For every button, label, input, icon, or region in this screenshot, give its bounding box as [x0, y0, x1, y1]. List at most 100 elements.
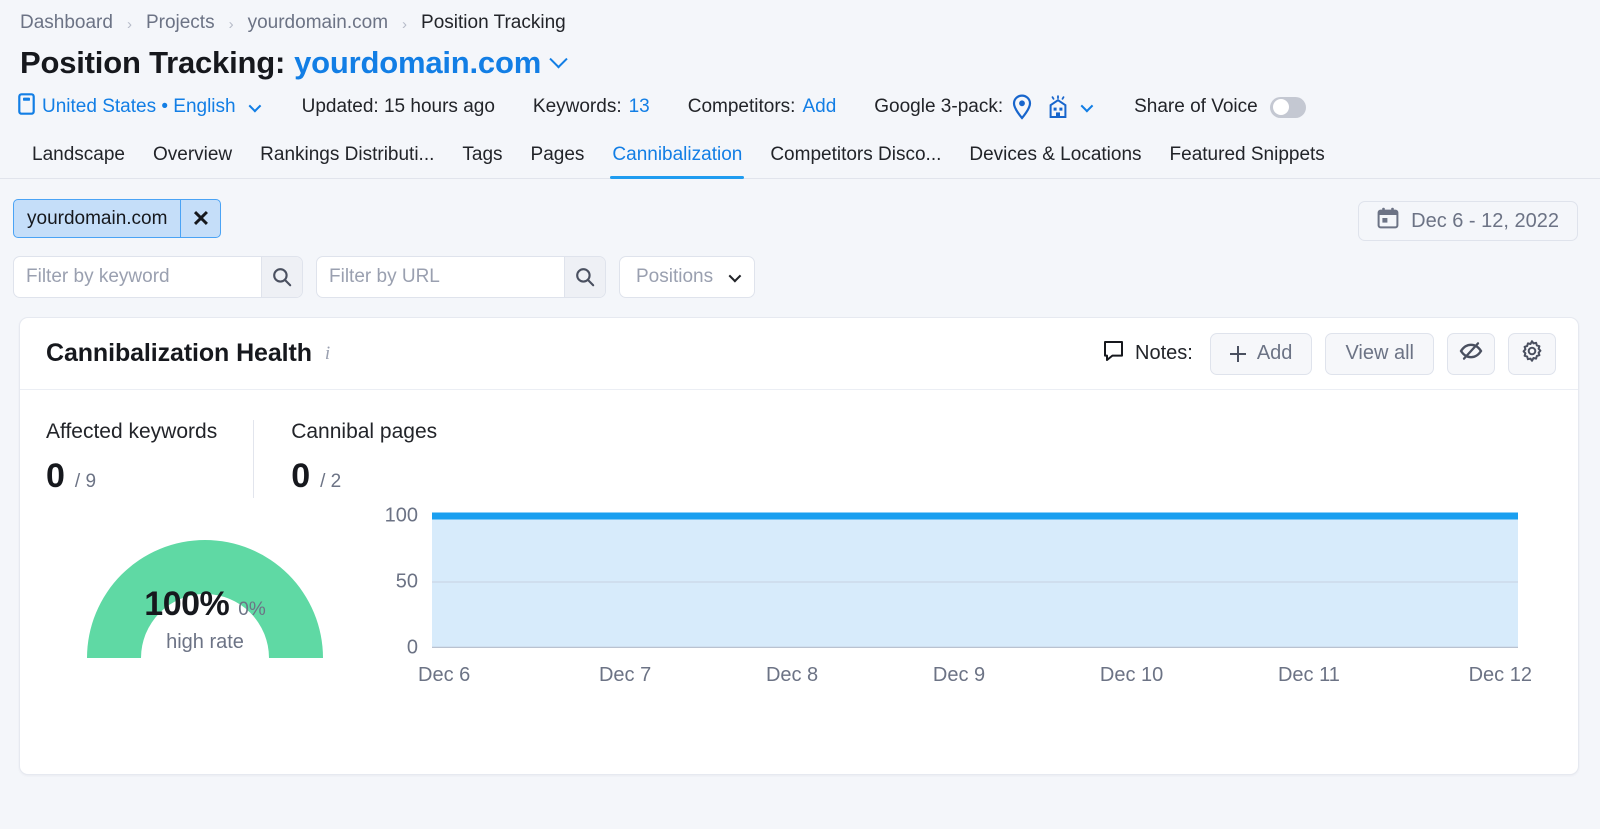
- info-icon[interactable]: i: [325, 343, 330, 365]
- gear-icon: [1520, 339, 1544, 369]
- close-icon[interactable]: ✕: [180, 200, 220, 237]
- tab-pages[interactable]: Pages: [517, 144, 599, 178]
- plus-icon: [1229, 345, 1246, 362]
- x-tick-dec-7: Dec 7: [598, 664, 652, 686]
- keywords-stat: Keywords: 13: [533, 96, 650, 118]
- page-title: Position Tracking: yourdomain.com: [0, 34, 1600, 81]
- google-3pack-control: Google 3-pack:: [874, 94, 1094, 120]
- metrics-row: Affected keywords 0 / 9 Cannibal pages 0…: [20, 390, 1578, 498]
- note-icon: [1103, 340, 1124, 367]
- metric-label: Affected keywords: [46, 420, 218, 443]
- keywords-label: Keywords:: [532, 96, 622, 117]
- share-of-voice-label: Share of Voice: [1134, 96, 1258, 117]
- tab-featured-snippets[interactable]: Featured Snippets: [1156, 144, 1339, 178]
- x-tick-dec-9: Dec 9: [932, 664, 986, 686]
- metric-cannibal-pages: Cannibal pages 0 / 2: [253, 420, 473, 498]
- breadcrumb-separator-icon: ›: [126, 15, 132, 33]
- breadcrumb-item-position-tracking: Position Tracking: [421, 12, 566, 33]
- updated-status: Updated: 15 hours ago: [301, 96, 495, 117]
- x-tick-dec-6: Dec 6: [418, 664, 471, 686]
- share-of-voice-toggle[interactable]: [1269, 96, 1306, 118]
- card-title: Cannibalization Health: [46, 339, 312, 367]
- x-tick-dec-10: Dec 10: [1099, 664, 1164, 686]
- gauge-center-labels: 100% 0% high rate: [61, 585, 349, 654]
- chevron-down-icon[interactable]: [1080, 99, 1094, 112]
- y-axis: 100 50 0: [370, 505, 418, 659]
- locale-selector[interactable]: United States • English: [18, 93, 261, 121]
- calendar-icon: [1377, 207, 1399, 235]
- competitors-stat: Competitors: Add: [688, 96, 837, 118]
- area-series: [432, 512, 1518, 649]
- health-gauge: 100% 0% high rate: [40, 506, 370, 688]
- metric-total: / 2: [320, 471, 342, 492]
- locale-label: United States • English: [42, 96, 236, 117]
- breadcrumb-separator-icon: ›: [402, 15, 408, 33]
- y-tick-100: 100: [384, 504, 418, 527]
- x-axis: Dec 6 Dec 7 Dec 8 Dec 9 Dec 10 Dec 11 De…: [418, 664, 1532, 687]
- filters-row: Positions: [0, 238, 1600, 298]
- tab-cannibalization[interactable]: Cannibalization: [598, 144, 756, 179]
- breadcrumb-separator-icon: ›: [228, 15, 234, 33]
- metric-value: 0: [291, 457, 311, 495]
- add-note-button[interactable]: Add: [1209, 332, 1313, 375]
- breadcrumb: Dashboard › Projects › yourdomain.com › …: [0, 0, 1600, 34]
- metric-value: 0: [46, 457, 65, 495]
- tab-overview[interactable]: Overview: [139, 144, 246, 178]
- keywords-count[interactable]: 13: [629, 96, 650, 118]
- health-trend-chart: 100 50 0 Dec 6 Dec 7 Dec 8 Dec 9 Dec 10 …: [370, 505, 1578, 688]
- keyword-search-button[interactable]: [261, 257, 302, 297]
- url-filter[interactable]: [316, 256, 606, 298]
- keyword-filter[interactable]: [13, 256, 303, 298]
- positions-dropdown-label: Positions: [636, 266, 714, 287]
- tab-rankings-distribution[interactable]: Rankings Distributi...: [246, 144, 448, 178]
- card-header-actions: Notes: Add View all: [1103, 332, 1556, 375]
- device-icon: [18, 93, 35, 121]
- y-tick-0: 0: [406, 636, 418, 659]
- share-of-voice-control: Share of Voice: [1134, 96, 1306, 118]
- url-filter-input[interactable]: [317, 257, 565, 297]
- page-title-domain[interactable]: yourdomain.com: [294, 45, 541, 81]
- metric-total: / 9: [74, 471, 97, 492]
- breadcrumb-item-dashboard[interactable]: Dashboard: [20, 12, 113, 34]
- settings-button[interactable]: [1508, 332, 1556, 375]
- competitors-add-link[interactable]: Add: [802, 96, 836, 118]
- eye-slash-icon: [1458, 340, 1484, 368]
- date-range-picker[interactable]: Dec 6 - 12, 2022: [1358, 201, 1578, 241]
- view-all-label: View all: [1345, 342, 1414, 364]
- chevron-down-icon: [728, 269, 742, 282]
- metric-label: Cannibal pages: [291, 420, 438, 443]
- metric-affected-keywords: Affected keywords 0 / 9: [46, 420, 253, 498]
- chevron-down-icon[interactable]: [549, 49, 568, 68]
- tab-competitors-discovery[interactable]: Competitors Disco...: [756, 144, 955, 178]
- breadcrumb-item-projects[interactable]: Projects: [146, 12, 215, 34]
- gauge-delta: 0%: [238, 599, 266, 620]
- hotel-building-icon[interactable]: [1046, 94, 1070, 120]
- domain-filter-chip[interactable]: yourdomain.com ✕: [13, 199, 222, 238]
- chevron-down-icon[interactable]: [248, 99, 261, 112]
- gauge-subtitle: high rate: [166, 631, 244, 653]
- x-tick-dec-11: Dec 11: [1277, 664, 1340, 686]
- tab-landscape[interactable]: Landscape: [18, 144, 139, 178]
- meta-row: United States • English Updated: 15 hour…: [0, 81, 1600, 121]
- url-search-button[interactable]: [564, 257, 605, 297]
- date-range-label: Dec 6 - 12, 2022: [1411, 209, 1559, 232]
- tab-bar: Landscape Overview Rankings Distributi..…: [0, 121, 1600, 179]
- x-tick-dec-8: Dec 8: [765, 664, 819, 686]
- y-tick-50: 50: [395, 570, 418, 593]
- google-3pack-label: Google 3-pack:: [874, 96, 1004, 117]
- notes-label-text: Notes:: [1135, 342, 1193, 364]
- plot-area: [432, 512, 1518, 649]
- filter-zone: yourdomain.com ✕ Dec 6 - 12, 2022: [0, 179, 1600, 241]
- keyword-filter-input[interactable]: [14, 257, 262, 297]
- breadcrumb-item-domain[interactable]: yourdomain.com: [248, 12, 388, 34]
- tab-tags[interactable]: Tags: [448, 144, 516, 178]
- map-pin-icon[interactable]: [1011, 94, 1033, 120]
- tab-devices-locations[interactable]: Devices & Locations: [955, 144, 1155, 178]
- view-all-notes-button[interactable]: View all: [1325, 332, 1434, 375]
- card-header: Cannibalization Health i Notes: Add View…: [20, 318, 1578, 390]
- notes-label-group: Notes:: [1103, 340, 1193, 367]
- hide-notes-button[interactable]: [1447, 332, 1495, 375]
- cannibalization-health-card: Cannibalization Health i Notes: Add View…: [19, 317, 1579, 775]
- charts-row: 100% 0% high rate 100 50 0 Dec 6 Dec 7 D…: [20, 498, 1578, 688]
- positions-dropdown[interactable]: Positions: [619, 256, 756, 298]
